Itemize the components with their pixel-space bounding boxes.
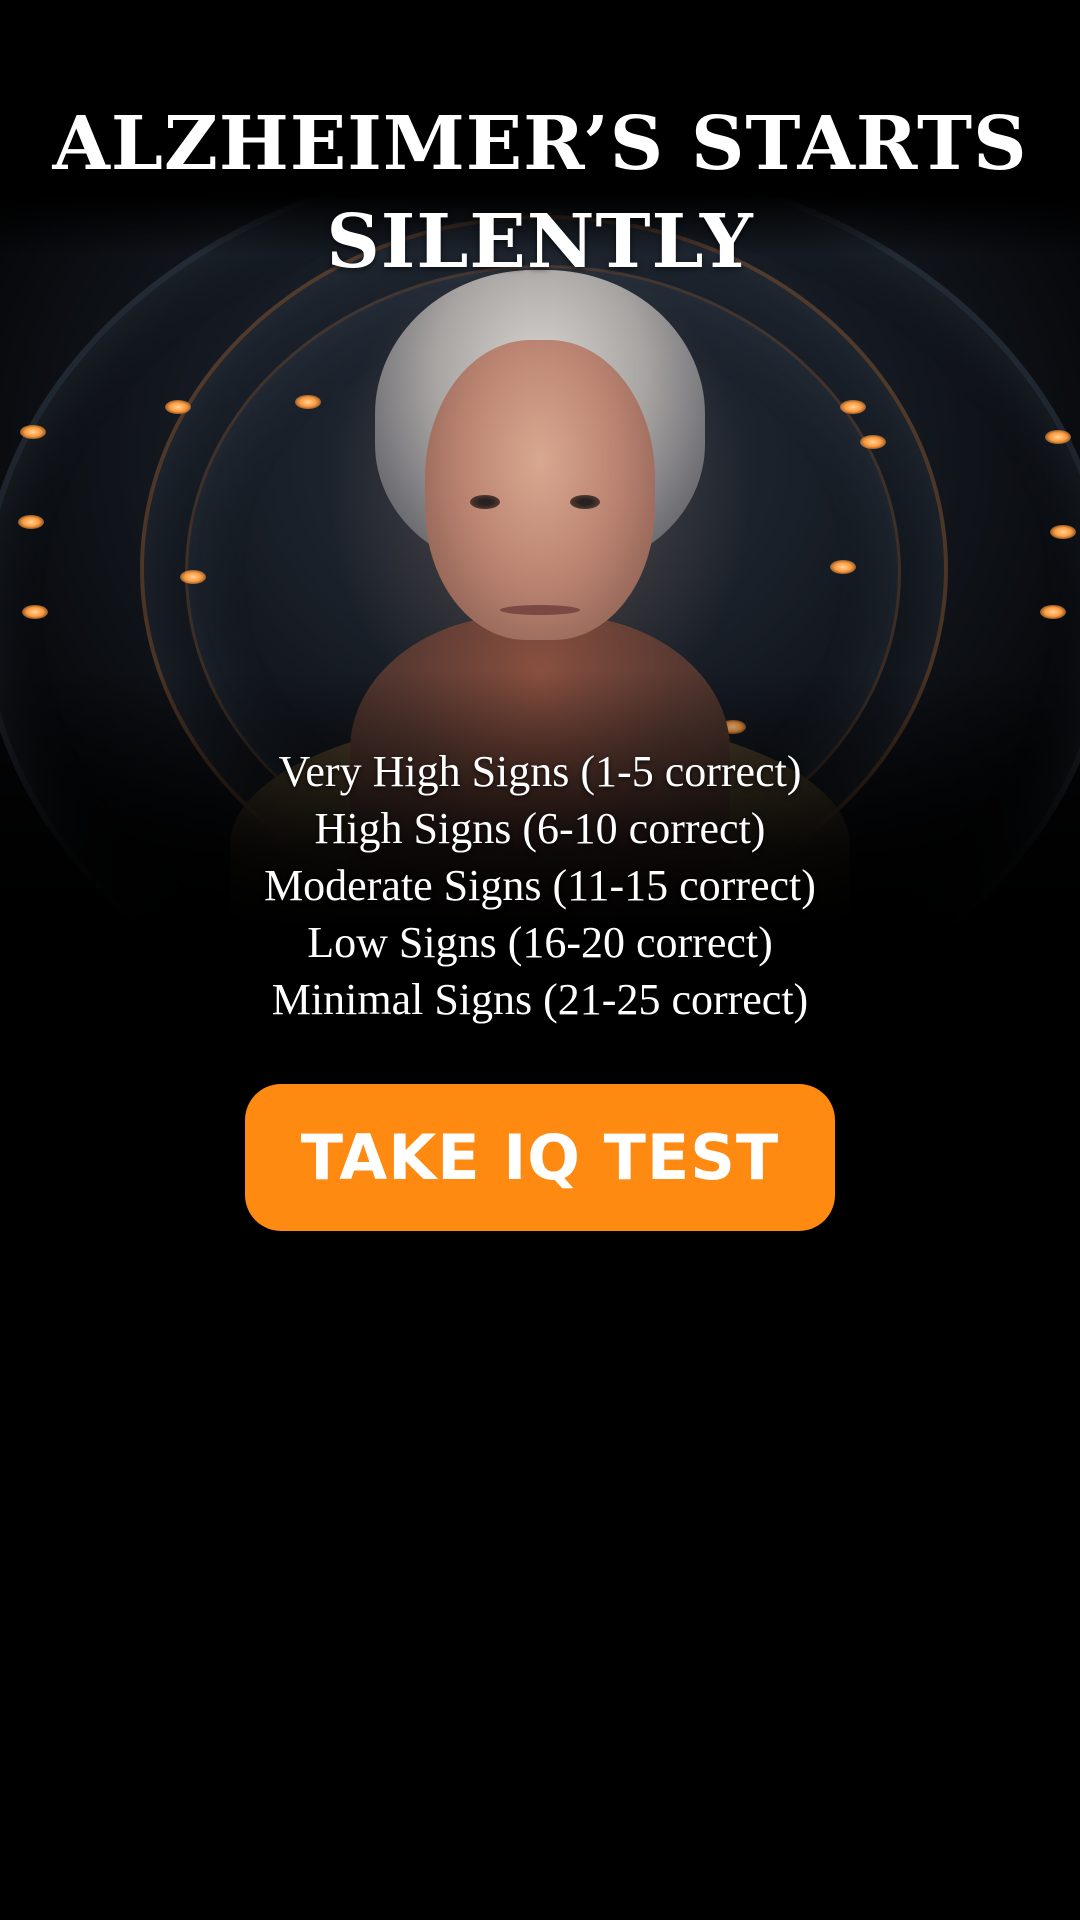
headline-line-1: ALZHEIMER’S STARTS xyxy=(52,101,1028,187)
face xyxy=(425,340,655,640)
ad-screen: ALZHEIMER’S STARTS SILENTLY Very High Si… xyxy=(0,0,1080,1920)
take-iq-test-button[interactable]: TAKE IQ TEST xyxy=(245,1084,835,1231)
bokeh-light xyxy=(1040,605,1066,619)
score-range-item: Minimal Signs (21-25 correct) xyxy=(271,975,809,1024)
eye xyxy=(470,495,500,509)
mouth xyxy=(500,605,580,615)
eye xyxy=(570,495,600,509)
bokeh-light xyxy=(860,435,886,449)
bokeh-light xyxy=(22,605,48,619)
bokeh-light xyxy=(180,570,206,584)
headline: ALZHEIMER’S STARTS SILENTLY xyxy=(0,95,1080,291)
bokeh-light xyxy=(830,560,856,574)
headline-line-2: SILENTLY xyxy=(326,199,754,285)
bokeh-light xyxy=(840,400,866,414)
bokeh-light xyxy=(720,720,746,734)
score-range-item: Low Signs (16-20 correct) xyxy=(307,918,773,967)
bokeh-light xyxy=(295,395,321,409)
score-range-item: High Signs (6-10 correct) xyxy=(314,804,766,853)
bokeh-light xyxy=(165,400,191,414)
score-range-item: Moderate Signs (11-15 correct) xyxy=(264,861,816,910)
bokeh-light xyxy=(20,425,46,439)
score-range-item: Very High Signs (1-5 correct) xyxy=(278,747,802,796)
score-ranges-list: Very High Signs (1-5 correct) High Signs… xyxy=(0,743,1080,1028)
bokeh-light xyxy=(1045,430,1071,444)
bokeh-light xyxy=(18,515,44,529)
bokeh-light xyxy=(1050,525,1076,539)
